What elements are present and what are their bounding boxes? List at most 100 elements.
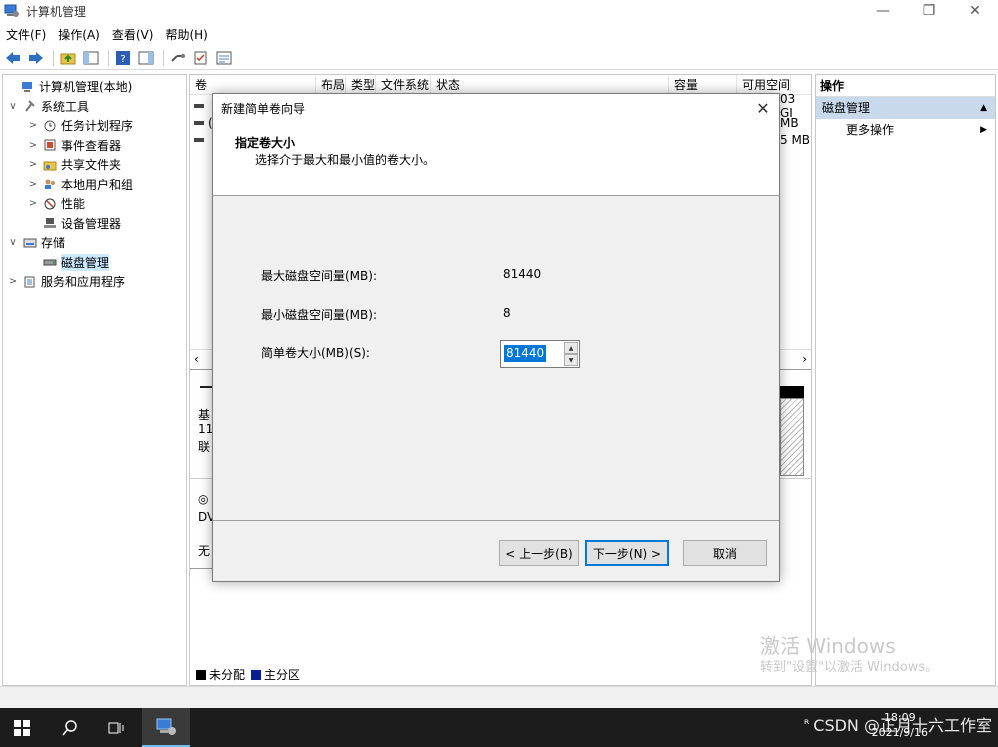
next-button[interactable]: 下一步(N) >	[585, 540, 669, 566]
back-arrow-icon[interactable]	[3, 49, 23, 67]
divider	[213, 520, 779, 521]
help-icon[interactable]: ?	[113, 49, 133, 67]
menu-file[interactable]: 文件(F)	[0, 26, 52, 43]
chevron-down-icon[interactable]: ∨	[7, 101, 19, 112]
drive-icon	[194, 138, 204, 142]
tree-item-system-tools[interactable]: ∨ 系统工具	[3, 97, 186, 117]
tree-item-label: 计算机管理(本地)	[39, 80, 133, 95]
scroll-right-icon[interactable]: ›	[802, 352, 807, 366]
tree-item-services-apps[interactable]: > 服务和应用程序	[3, 272, 186, 292]
column-filesystem[interactable]: 文件系统	[376, 75, 431, 94]
max-space-value: 81440	[503, 267, 542, 281]
start-button[interactable]	[0, 708, 44, 747]
cancel-button[interactable]: 取消	[683, 540, 767, 566]
chevron-right-icon[interactable]: >	[27, 179, 39, 190]
min-space-value: 8	[503, 306, 511, 320]
tree-item-local-users[interactable]: > 本地用户和组	[3, 175, 186, 195]
chevron-right-icon[interactable]: >	[27, 140, 39, 151]
column-volume[interactable]: 卷	[190, 75, 316, 94]
toolbar-separator	[108, 49, 109, 66]
tray-text: CSDN @正月十六工作室	[813, 716, 992, 735]
disk-label-fragment: 联	[198, 440, 211, 454]
legend-swatch-primary	[251, 669, 262, 680]
taskbar-computer-management[interactable]	[142, 708, 190, 747]
tree-item-shared-folders[interactable]: > 共享文件夹	[3, 155, 186, 175]
tree-item-storage[interactable]: ∨ 存储	[3, 233, 186, 253]
local-users-icon	[42, 177, 58, 191]
toolbar-separator	[53, 49, 54, 66]
column-capacity[interactable]: 容量	[669, 75, 737, 94]
free-space-value: MB	[780, 116, 799, 130]
action-pane: 操作 磁盘管理 ▲ 更多操作 ▶	[815, 74, 996, 686]
unallocated-partition[interactable]	[780, 398, 804, 476]
volume-size-input[interactable]: 81440	[504, 345, 547, 362]
forward-arrow-icon[interactable]	[26, 49, 46, 67]
computer-management-icon	[20, 80, 36, 94]
cdrom-icon: ◎	[198, 492, 209, 506]
activate-windows-watermark: 激活 Windows	[760, 634, 896, 658]
back-button[interactable]: < 上一步(B)	[499, 540, 579, 566]
column-type[interactable]: 类型	[346, 75, 376, 94]
show-hide-tree-icon[interactable]	[81, 49, 101, 67]
navigation-tree: 计算机管理(本地) ∨ 系统工具 > 任务计划程序 > 事件查看器 > 共享文件…	[2, 74, 187, 686]
services-apps-icon	[22, 275, 38, 289]
status-bar	[0, 686, 998, 708]
menu-bar: 文件(F) 操作(A) 查看(V) 帮助(H)	[0, 24, 998, 44]
window-title: 计算机管理	[26, 4, 87, 19]
tree-item-disk-management[interactable]: 磁盘管理	[3, 253, 186, 273]
chevron-right-icon[interactable]: >	[7, 276, 19, 287]
disk-label-fragment: 11	[198, 422, 214, 436]
chevron-right-icon[interactable]: >	[27, 159, 39, 170]
tree-item-label: 性能	[61, 197, 86, 212]
tree-item-device-manager[interactable]: 设备管理器	[3, 214, 186, 234]
scroll-left-icon[interactable]: ‹	[194, 352, 199, 366]
disk-label-fragment: 基	[198, 408, 211, 422]
minimize-button[interactable]: —	[860, 0, 906, 22]
task-view-button[interactable]	[94, 708, 138, 747]
action-more-actions[interactable]: 更多操作 ▶	[816, 119, 995, 141]
properties-icon[interactable]	[214, 49, 234, 67]
column-status[interactable]: 状态	[431, 75, 669, 94]
close-icon[interactable]: ✕	[751, 96, 775, 120]
dialog-title-bar: 新建简单卷向导 ✕	[213, 94, 779, 122]
checklist-icon[interactable]	[191, 49, 211, 67]
menu-action[interactable]: 操作(A)	[52, 26, 106, 43]
menu-view[interactable]: 查看(V)	[106, 26, 160, 43]
people-icon[interactable]: ᴿ	[804, 717, 809, 731]
action-section-disk-management[interactable]: 磁盘管理 ▲	[816, 97, 995, 119]
event-viewer-icon	[42, 138, 58, 152]
task-scheduler-icon	[42, 119, 58, 133]
task-view-icon	[108, 722, 124, 733]
tree-item-task-scheduler[interactable]: > 任务计划程序	[3, 116, 186, 136]
spin-down-icon[interactable]: ▼	[564, 354, 578, 366]
tree-item-computer-management[interactable]: 计算机管理(本地)	[3, 77, 186, 97]
tree-item-label: 任务计划程序	[61, 119, 134, 134]
collapse-up-icon[interactable]: ▲	[980, 97, 987, 119]
action-section-label: 磁盘管理	[822, 101, 871, 115]
tree-item-event-viewer[interactable]: > 事件查看器	[3, 136, 186, 156]
volume-size-stepper[interactable]: 81440 ▲ ▼	[500, 340, 580, 368]
tree-item-label: 磁盘管理	[61, 253, 110, 271]
legend-swatch-unallocated	[196, 669, 206, 680]
chevron-right-icon[interactable]: >	[27, 198, 39, 209]
taskbar: 18:09 2021/9/16 ᴿ CSDN @正月十六工作室	[0, 708, 998, 747]
show-action-pane-icon[interactable]	[136, 49, 156, 67]
restore-button[interactable]: ❐	[906, 0, 952, 22]
tree-item-label: 系统工具	[41, 99, 90, 114]
up-folder-icon[interactable]	[58, 49, 78, 67]
tree-item-performance[interactable]: > 性能	[3, 194, 186, 214]
spin-up-icon[interactable]: ▲	[564, 342, 578, 354]
search-button[interactable]	[48, 708, 92, 747]
chevron-down-icon[interactable]: ∨	[7, 237, 19, 248]
chevron-right-icon[interactable]: >	[27, 120, 39, 131]
new-simple-volume-wizard: 新建简单卷向导 ✕ 指定卷大小 选择介于最大和最小值的卷大小。 最大磁盘空间量(…	[212, 93, 780, 582]
menu-help[interactable]: 帮助(H)	[159, 26, 213, 43]
wizard-header: 指定卷大小 选择介于最大和最小值的卷大小。	[213, 122, 779, 196]
close-button[interactable]: ✕	[952, 0, 998, 22]
dialog-title: 新建简单卷向导	[221, 101, 306, 116]
unallocated-bar	[780, 386, 804, 398]
column-layout[interactable]: 布局	[316, 75, 346, 94]
wizard-heading: 指定卷大小	[235, 136, 296, 150]
connect-icon[interactable]	[168, 49, 188, 67]
max-space-label: 最大磁盘空间量(MB):	[261, 269, 377, 283]
